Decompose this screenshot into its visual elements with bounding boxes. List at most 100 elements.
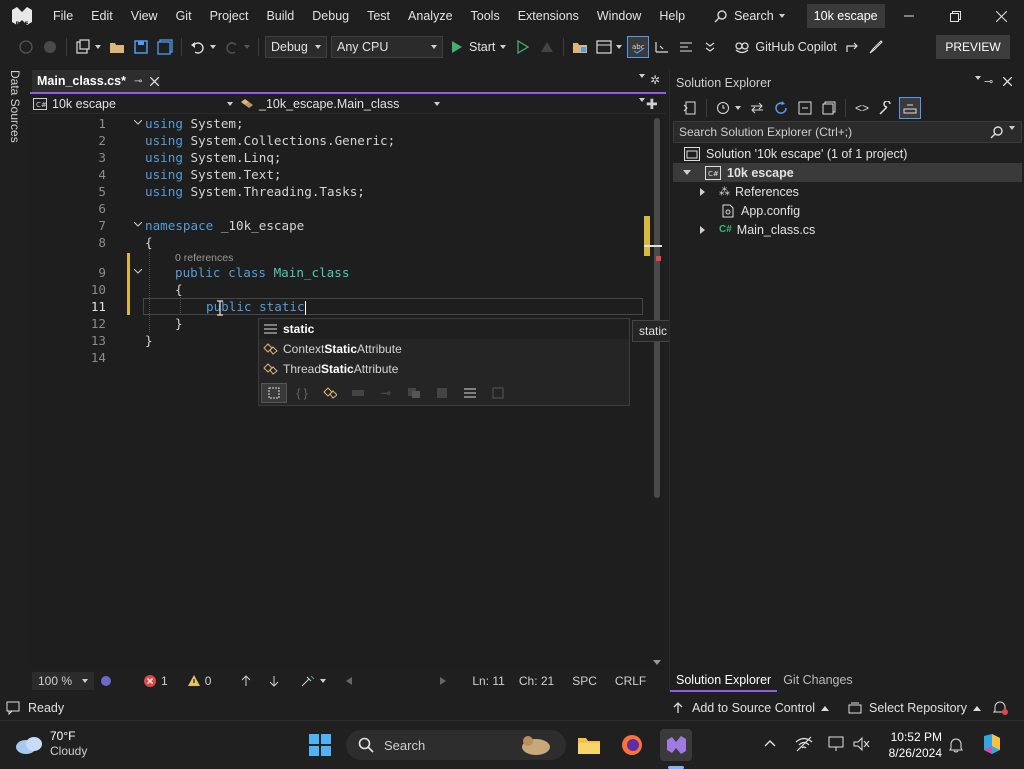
menu-debug[interactable]: Debug	[303, 0, 358, 32]
align-icon[interactable]	[675, 36, 697, 58]
start-without-debugging-icon[interactable]	[512, 36, 534, 58]
menu-window[interactable]: Window	[588, 0, 650, 32]
firefox-icon[interactable]	[616, 729, 648, 761]
filter-enums-icon[interactable]	[401, 383, 427, 403]
project-dropdown[interactable]: C# 10k escape	[33, 96, 233, 112]
filter-keywords-icon[interactable]	[457, 383, 483, 403]
close-tab-icon[interactable]	[150, 76, 160, 86]
completion-item-thread-static-attribute[interactable]: ThreadStaticAttribute	[259, 359, 629, 379]
start-button[interactable]: Start	[451, 40, 507, 54]
filter-classes-icon[interactable]	[317, 383, 343, 403]
new-project-icon[interactable]	[72, 36, 94, 58]
tab-overflow-icon[interactable]	[634, 74, 645, 92]
tab-solution-explorer[interactable]: Solution Explorer	[670, 668, 778, 692]
notifications-bell-icon[interactable]	[992, 700, 1008, 716]
menu-git[interactable]: Git	[167, 0, 201, 32]
references-node[interactable]: ⁂ References	[700, 182, 799, 201]
back-icon[interactable]	[15, 36, 37, 58]
gear-icon[interactable]: ✲	[650, 73, 660, 87]
show-hidden-icons[interactable]	[764, 739, 776, 747]
restore-button[interactable]	[932, 0, 978, 32]
menu-help[interactable]: Help	[650, 0, 694, 32]
github-copilot-button[interactable]: GitHub Copilot	[734, 40, 837, 54]
expand-arrow-icon[interactable]	[700, 187, 705, 196]
hot-reload-icon[interactable]	[536, 36, 558, 58]
taskbar-search-box[interactable]: Search	[346, 730, 566, 760]
configuration-dropdown[interactable]: Debug	[265, 36, 327, 58]
column-indicator[interactable]: Ch: 21	[513, 674, 560, 688]
browse-folder-icon[interactable]	[569, 36, 591, 58]
appconfig-node[interactable]: App.config	[721, 201, 800, 220]
display-icon[interactable]	[827, 735, 845, 753]
line-indicator[interactable]: Ln: 11	[466, 674, 510, 688]
show-all-files-icon[interactable]	[818, 97, 840, 119]
layout-icon[interactable]	[593, 36, 615, 58]
errors-indicator[interactable]: 1	[138, 674, 174, 688]
menu-analyze[interactable]: Analyze	[399, 0, 461, 32]
menu-file[interactable]: File	[44, 0, 82, 32]
scroll-right-icon[interactable]	[434, 677, 452, 685]
notification-bubble-icon[interactable]	[6, 701, 20, 715]
menu-build[interactable]: Build	[257, 0, 303, 32]
collapse-icon[interactable]	[699, 36, 721, 58]
previous-issue-icon[interactable]	[235, 675, 257, 687]
weather-widget[interactable]: 70°F Cloudy	[14, 729, 87, 759]
minimize-button[interactable]	[886, 0, 932, 32]
properties-icon[interactable]	[875, 97, 897, 119]
pin-panel-icon[interactable]: ⊸	[984, 75, 993, 88]
switch-views-icon[interactable]	[679, 97, 701, 119]
notification-icon[interactable]	[948, 736, 964, 754]
history-icon[interactable]	[712, 97, 734, 119]
filter-structs-icon[interactable]	[345, 383, 371, 403]
preview-badge[interactable]: PREVIEW	[936, 35, 1010, 59]
menu-edit[interactable]: Edit	[82, 0, 122, 32]
pin-icon[interactable]: ⊸	[134, 76, 142, 87]
completion-item-static[interactable]: static	[259, 319, 629, 339]
open-folder-icon[interactable]	[106, 36, 128, 58]
volume-icon[interactable]	[852, 735, 870, 753]
fold-toggle-icon[interactable]	[134, 120, 142, 126]
solution-node[interactable]: Solution '10k escape' (1 of 1 project)	[684, 144, 907, 163]
menu-view[interactable]: View	[122, 0, 167, 32]
tab-main-class[interactable]: Main_class.cs* ⊸	[32, 70, 160, 92]
filter-interfaces-icon[interactable]: ⊸	[373, 383, 399, 403]
data-sources-tab[interactable]: Data Sources	[8, 70, 22, 143]
share-icon[interactable]	[841, 36, 863, 58]
menu-project[interactable]: Project	[201, 0, 258, 32]
visual-studio-taskbar-icon[interactable]	[660, 729, 692, 761]
solution-search-input[interactable]: Search Solution Explorer (Ctrl+;)	[673, 121, 1022, 144]
completion-item-context-static-attribute[interactable]: ContextStaticAttribute	[259, 339, 629, 359]
clock[interactable]: 10:52 PM 8/26/2024	[884, 729, 942, 761]
platform-dropdown[interactable]: Any CPU	[331, 36, 443, 58]
add-to-source-control-button[interactable]: Add to Source Control	[672, 701, 829, 715]
save-icon[interactable]	[130, 36, 152, 58]
forward-icon[interactable]	[39, 36, 61, 58]
scroll-left-icon[interactable]	[340, 677, 358, 685]
line-ending-indicator[interactable]: CRLF	[609, 674, 652, 688]
feedback-icon[interactable]	[865, 36, 887, 58]
select-repository-button[interactable]: Select Repository	[848, 701, 981, 715]
file-explorer-icon[interactable]	[573, 729, 605, 761]
preview-selected-icon[interactable]	[899, 97, 921, 119]
project-node[interactable]: C# 10k escape	[673, 163, 1022, 182]
indent-icon[interactable]	[651, 36, 673, 58]
close-panel-icon[interactable]	[1003, 77, 1012, 86]
view-code-icon[interactable]: <>	[851, 97, 873, 119]
fold-toggle-icon[interactable]	[134, 222, 142, 228]
copilot-taskbar-icon[interactable]	[980, 732, 1004, 756]
search-button[interactable]: Search	[706, 4, 793, 28]
expand-arrow-icon[interactable]	[700, 225, 705, 234]
redo-icon[interactable]	[221, 36, 243, 58]
fold-toggle-icon[interactable]	[134, 269, 142, 275]
collapse-all-icon[interactable]	[794, 97, 816, 119]
filter-namespaces-icon[interactable]: { }	[289, 383, 315, 403]
search-options-icon[interactable]	[1004, 126, 1015, 144]
panel-options-icon[interactable]	[970, 76, 981, 94]
menu-extensions[interactable]: Extensions	[509, 0, 588, 32]
scroll-down-icon[interactable]	[653, 660, 661, 666]
close-button[interactable]	[978, 0, 1024, 32]
filter-snippets-icon[interactable]	[261, 383, 287, 403]
network-off-icon[interactable]	[795, 736, 813, 752]
menu-tools[interactable]: Tools	[462, 0, 509, 32]
zoom-dropdown[interactable]: 100 %	[32, 672, 94, 690]
